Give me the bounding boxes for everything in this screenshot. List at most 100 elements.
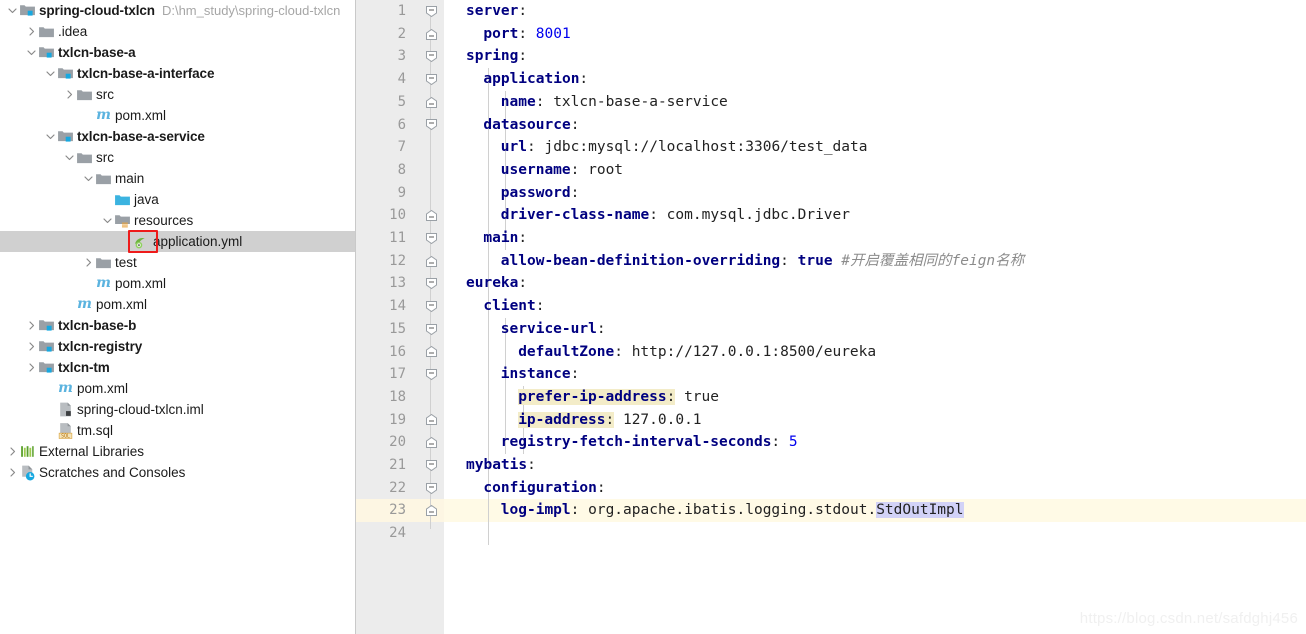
project-tree-list[interactable]: spring-cloud-txlcn D:\hm_study\spring-clo… <box>0 0 355 483</box>
tree-item-pom-xml[interactable]: m pom.xml <box>0 273 355 294</box>
tree-item-src[interactable]: src <box>0 147 355 168</box>
project-tree-panel[interactable]: spring-cloud-txlcn D:\hm_study\spring-clo… <box>0 0 356 634</box>
tree-item-spring-cloud-txlcn-iml[interactable]: spring-cloud-txlcn.iml <box>0 399 355 420</box>
tree-item-tm-sql[interactable]: SQL tm.sql <box>0 420 355 441</box>
fold-marker-icon[interactable] <box>418 363 444 386</box>
code-token: true <box>797 252 833 269</box>
code-line[interactable]: 2 port: 8001 <box>356 23 1306 46</box>
line-number: 3 <box>397 48 406 65</box>
tree-item-pom-xml[interactable]: m pom.xml <box>0 294 355 315</box>
code-line[interactable]: 9 password: <box>356 182 1306 205</box>
code-line[interactable]: 8 username: root <box>356 159 1306 182</box>
tree-item-txlcn-registry[interactable]: txlcn-registry <box>0 336 355 357</box>
chevron-down-icon[interactable] <box>44 126 57 147</box>
fold-marker-icon[interactable] <box>418 136 444 159</box>
code-line-text: client: <box>483 295 544 318</box>
fold-marker-icon[interactable] <box>418 159 444 182</box>
fold-marker-icon[interactable] <box>418 250 444 273</box>
fold-marker-icon[interactable] <box>418 454 444 477</box>
chevron-right-icon[interactable] <box>25 315 38 336</box>
fold-marker-icon[interactable] <box>418 499 444 522</box>
code-line[interactable]: 18 prefer-ip-address: true <box>356 386 1306 409</box>
fold-marker-icon[interactable] <box>418 409 444 432</box>
fold-marker-icon[interactable] <box>418 522 444 545</box>
code-line[interactable]: 15 service-url: <box>356 318 1306 341</box>
code-line[interactable]: 24 <box>356 522 1306 545</box>
chevron-right-icon[interactable] <box>82 252 95 273</box>
tree-item-pom-xml[interactable]: m pom.xml <box>0 105 355 126</box>
fold-marker-icon[interactable] <box>418 341 444 364</box>
chevron-down-icon[interactable] <box>101 210 114 231</box>
maven-icon: m <box>77 296 92 312</box>
tree-item-application-yml[interactable]: application.yml <box>0 231 355 252</box>
tree-item-txlcn-base-a[interactable]: txlcn-base-a <box>0 42 355 63</box>
code-line[interactable]: 14 client: <box>356 295 1306 318</box>
fold-marker-icon[interactable] <box>418 204 444 227</box>
code-line[interactable]: 17 instance: <box>356 363 1306 386</box>
fold-marker-icon[interactable] <box>418 318 444 341</box>
tree-item-scratches-and-consoles[interactable]: Scratches and Consoles <box>0 462 355 483</box>
chevron-down-icon[interactable] <box>82 168 95 189</box>
code-line[interactable]: 11 main: <box>356 227 1306 250</box>
code-line[interactable]: 12 allow-bean-definition-overriding: true… <box>356 250 1306 273</box>
code-line[interactable]: 3 spring: <box>356 45 1306 68</box>
code-line[interactable]: 22 configuration: <box>356 477 1306 500</box>
tree-item-txlcn-base-a-interface[interactable]: txlcn-base-a-interface <box>0 63 355 84</box>
code-line[interactable]: 16 defaultZone: http://127.0.0.1:8500/eur… <box>356 341 1306 364</box>
code-content-area[interactable]: 1 server: 2 port: 8001 3 spring: 4 application:… <box>356 0 1306 634</box>
tree-item-src[interactable]: src <box>0 84 355 105</box>
code-line[interactable]: 7 url: jdbc:mysql://localhost:3306/test_d… <box>356 136 1306 159</box>
fold-marker-icon[interactable] <box>418 0 444 23</box>
chevron-right-icon[interactable] <box>25 336 38 357</box>
maven-icon: m <box>96 107 111 123</box>
chevron-down-icon[interactable] <box>6 0 19 21</box>
line-number: 9 <box>397 184 406 201</box>
code-line[interactable]: 23 log-impl: org.apache.ibatis.logging.st… <box>356 499 1306 523</box>
indent-guide <box>488 68 489 296</box>
code-line[interactable]: 10 driver-class-name: com.mysql.jdbc.Driv… <box>356 204 1306 227</box>
code-line[interactable]: 21 mybatis: <box>356 454 1306 477</box>
chevron-down-icon[interactable] <box>25 42 38 63</box>
chevron-right-icon[interactable] <box>6 462 19 483</box>
tree-item-txlcn-tm[interactable]: txlcn-tm <box>0 357 355 378</box>
tree-item--idea[interactable]: .idea <box>0 21 355 42</box>
fold-marker-icon[interactable] <box>418 295 444 318</box>
tree-item-label: main <box>115 171 145 186</box>
fold-marker-icon[interactable] <box>418 227 444 250</box>
fold-marker-icon[interactable] <box>418 91 444 114</box>
tree-item-spring-cloud-txlcn[interactable]: spring-cloud-txlcn D:\hm_study\spring-clo… <box>0 0 355 21</box>
code-line[interactable]: 5 name: txlcn-base-a-service <box>356 91 1306 114</box>
fold-marker-icon[interactable] <box>418 68 444 91</box>
chevron-right-icon[interactable] <box>6 441 19 462</box>
tree-item-test[interactable]: test <box>0 252 355 273</box>
tree-item-pom-xml[interactable]: m pom.xml <box>0 378 355 399</box>
chevron-down-icon[interactable] <box>63 147 76 168</box>
fold-marker-icon[interactable] <box>418 477 444 500</box>
tree-item-main[interactable]: main <box>0 168 355 189</box>
code-line[interactable]: 6 datasource: <box>356 114 1306 137</box>
fold-marker-icon[interactable] <box>418 45 444 68</box>
code-token: driver-class-name <box>500 207 650 224</box>
code-line[interactable]: 19 ip-address: 127.0.0.1 <box>356 409 1306 432</box>
code-line[interactable]: 4 application: <box>356 68 1306 91</box>
fold-marker-icon[interactable] <box>418 23 444 46</box>
chevron-right-icon[interactable] <box>25 357 38 378</box>
tree-item-java[interactable]: java <box>0 189 355 210</box>
chevron-down-icon[interactable] <box>44 63 57 84</box>
tree-item-external-libraries[interactable]: External Libraries <box>0 441 355 462</box>
tree-item-txlcn-base-a-service[interactable]: txlcn-base-a-service <box>0 126 355 147</box>
fold-marker-icon[interactable] <box>418 431 444 454</box>
code-line[interactable]: 13 eureka: <box>356 272 1306 295</box>
fold-marker-icon[interactable] <box>418 386 444 409</box>
chevron-right-icon[interactable] <box>63 84 76 105</box>
fold-marker-icon[interactable] <box>418 272 444 295</box>
tree-item-resources[interactable]: resources <box>0 210 355 231</box>
fold-marker-icon[interactable] <box>418 114 444 137</box>
code-line[interactable]: 1 server: <box>356 0 1306 23</box>
chevron-right-icon[interactable] <box>25 21 38 42</box>
fold-marker-icon[interactable] <box>418 182 444 205</box>
tree-item-txlcn-base-b[interactable]: txlcn-base-b <box>0 315 355 336</box>
code-editor-panel[interactable]: 1 server: 2 port: 8001 3 spring: 4 application:… <box>356 0 1306 634</box>
code-line[interactable]: 20 registry-fetch-interval-seconds: 5 <box>356 431 1306 454</box>
